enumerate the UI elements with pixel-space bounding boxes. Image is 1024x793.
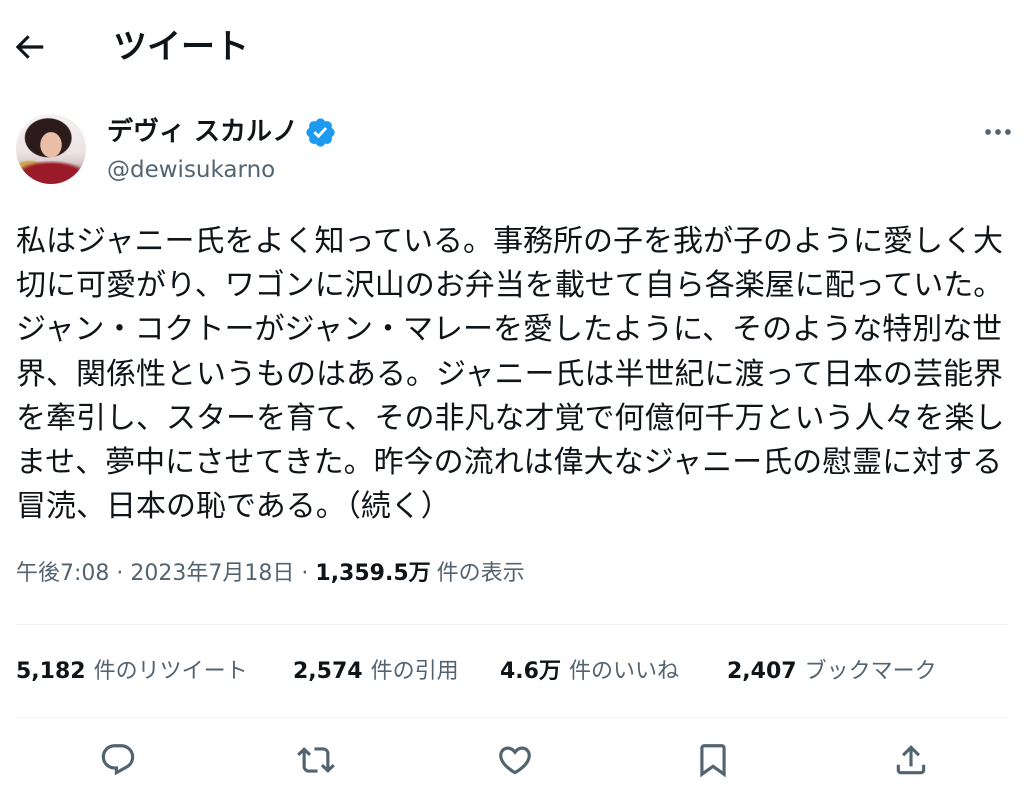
meta-separator: · xyxy=(301,561,309,586)
reply-button[interactable] xyxy=(99,741,137,779)
divider xyxy=(16,717,1008,718)
author-name[interactable]: デヴィ スカルノ xyxy=(107,114,298,150)
like-button[interactable] xyxy=(496,741,534,779)
avatar[interactable] xyxy=(16,114,86,184)
bookmark-button[interactable] xyxy=(694,741,732,779)
views-label: 件の表示 xyxy=(436,561,525,586)
share-icon xyxy=(896,745,926,775)
tweet-time[interactable]: 午後7:08 xyxy=(16,561,109,586)
stat-count: 2,407 xyxy=(727,659,797,684)
like-heart-icon xyxy=(499,746,531,775)
stat-count: 2,574 xyxy=(293,659,363,684)
stat-label: 件のいいね xyxy=(568,659,679,684)
tweet-text: 私はジャニー氏をよく知っている。事務所の子を我が子のように愛しく大切に可愛がり、… xyxy=(16,224,1005,525)
retweet-icon xyxy=(297,747,335,773)
verified-badge-icon[interactable] xyxy=(304,116,337,149)
views-count: 1,359.5万 xyxy=(315,561,431,586)
stat-likes[interactable]: 4.6万 件のいいね xyxy=(500,657,679,687)
more-horizontal-icon xyxy=(985,129,1011,135)
retweet-button[interactable] xyxy=(297,741,335,779)
stat-bookmarks[interactable]: 2,407 ブックマーク xyxy=(727,657,937,687)
stat-label: ブックマーク xyxy=(804,659,937,684)
stat-quotes[interactable]: 2,574 件の引用 xyxy=(293,657,459,687)
arrow-left-icon xyxy=(15,35,44,59)
author-handle[interactable]: @dewisukarno xyxy=(107,154,275,186)
meta-separator: · xyxy=(116,561,124,586)
stat-label: 件の引用 xyxy=(370,659,459,684)
stat-label: 件のリツイート xyxy=(93,659,248,684)
back-button[interactable] xyxy=(10,28,48,66)
author-name-row: デヴィ スカルノ xyxy=(107,114,337,150)
page-title: ツイート xyxy=(113,27,249,67)
reply-icon xyxy=(101,744,135,776)
stat-count: 4.6万 xyxy=(500,659,561,684)
more-options-button[interactable] xyxy=(981,115,1015,149)
share-button[interactable] xyxy=(892,741,930,779)
divider xyxy=(16,624,1008,625)
stat-count: 5,182 xyxy=(16,659,86,684)
stat-retweets[interactable]: 5,182 件のリツイート xyxy=(16,657,248,687)
verified-badge-icon-svg xyxy=(306,117,335,147)
tweet-meta: 午後7:08 · 2023年7月18日 · 1,359.5万 件の表示 xyxy=(16,559,525,589)
bookmark-icon xyxy=(700,744,726,778)
tweet-date[interactable]: 2023年7月18日 xyxy=(130,561,294,586)
